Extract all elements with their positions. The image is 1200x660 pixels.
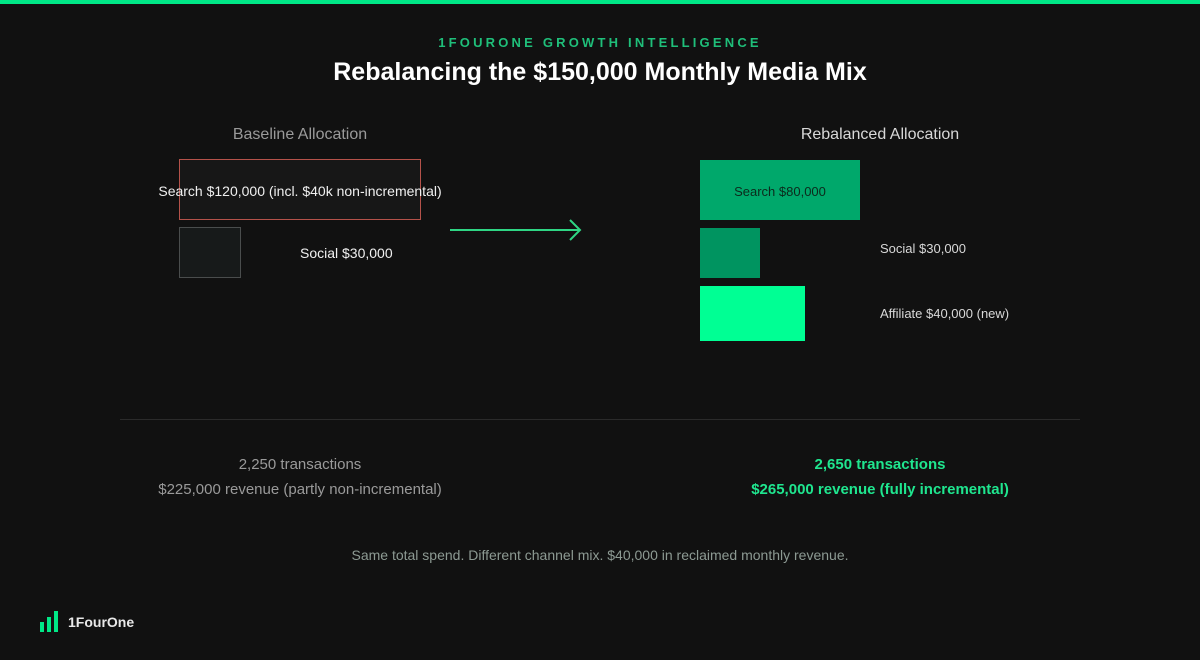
- rebalanced-social-label: Social $30,000: [880, 241, 967, 256]
- baseline-transactions: 2,250 transactions: [238, 456, 362, 473]
- rebalanced-revenue: $265,000 revenue (fully incremental): [751, 481, 1009, 498]
- rebalanced-affiliate-label: Affiliate $40,000 (new): [880, 306, 1010, 321]
- baseline-social-label: Social $30,000: [300, 245, 393, 261]
- baseline-title: Baseline Allocation: [232, 126, 368, 143]
- rebalanced-social-block: [700, 228, 760, 278]
- page-title: Rebalancing the $150,000 Monthly Media M…: [333, 58, 867, 86]
- arrow-right-icon: [450, 219, 582, 241]
- rebalanced-affiliate-block: [700, 286, 805, 341]
- footnote: Same total spend. Different channel mix.…: [351, 547, 849, 563]
- eyebrow-label: 1FOURONE GROWTH INTELLIGENCE: [438, 35, 762, 50]
- bar-chart-icon: [40, 610, 62, 632]
- section-divider: [120, 419, 1080, 420]
- brand-name: 1FourOne: [68, 614, 135, 630]
- rebalanced-transactions: 2,650 transactions: [814, 456, 946, 473]
- brand-logo: 1FourOne: [40, 610, 160, 632]
- baseline-social-block: [179, 227, 241, 278]
- rebalanced-title: Rebalanced Allocation: [800, 126, 960, 143]
- baseline-search-label: Search $120,000 (incl. $40k non-incremen…: [158, 183, 442, 199]
- rebalanced-search-label: Search $80,000: [734, 184, 826, 199]
- baseline-revenue: $225,000 revenue (partly non-incremental…: [158, 481, 442, 498]
- top-accent-bar: [0, 0, 1200, 4]
